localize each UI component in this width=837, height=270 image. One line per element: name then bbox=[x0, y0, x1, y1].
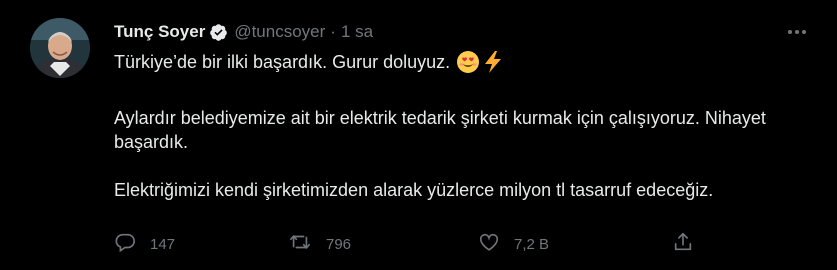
author-handle[interactable]: @tuncsoyer bbox=[234, 22, 325, 42]
avatar[interactable] bbox=[30, 18, 90, 78]
share-icon bbox=[672, 231, 694, 258]
separator-dot: · bbox=[330, 22, 336, 41]
reply-icon bbox=[114, 231, 136, 258]
like-button[interactable]: 7,2 B bbox=[478, 230, 549, 258]
tweet-card[interactable]: Tunç Soyer @tuncsoyer · 1 sa Türkiye’de … bbox=[0, 0, 837, 270]
like-count: 7,2 B bbox=[514, 235, 550, 253]
timestamp[interactable]: 1 sa bbox=[341, 22, 373, 42]
author-name[interactable]: Tunç Soyer bbox=[114, 22, 205, 42]
tweet-header: Tunç Soyer @tuncsoyer · 1 sa bbox=[114, 21, 373, 43]
tweet-paragraph-2: Aylardır belediyemize ait bir elektrik t… bbox=[114, 108, 766, 152]
tweet-text: Türkiye’de bir ilki başardık. Gurur dolu… bbox=[114, 50, 814, 202]
tweet-line-1: Türkiye’de bir ilki başardık. Gurur dolu… bbox=[114, 50, 814, 74]
high-voltage-emoji-icon bbox=[482, 50, 504, 74]
retweet-icon bbox=[288, 231, 312, 258]
tweet-paragraph-3: Elektriğimizi kendi şirketimizden alarak… bbox=[114, 180, 714, 200]
more-options-icon[interactable] bbox=[785, 22, 809, 42]
reply-count: 147 bbox=[150, 235, 176, 253]
heart-eyes-emoji-icon bbox=[456, 50, 480, 74]
tweet-actions: 147 796 7,2 B bbox=[114, 230, 714, 258]
like-icon bbox=[478, 231, 500, 258]
tweet-line-1-text: Türkiye’de bir ilki başardık. Gurur dolu… bbox=[114, 52, 451, 72]
share-button[interactable] bbox=[672, 230, 694, 258]
retweet-count: 796 bbox=[326, 235, 352, 253]
avatar-image bbox=[30, 18, 90, 78]
retweet-button[interactable]: 796 bbox=[288, 230, 351, 258]
verified-badge-icon bbox=[209, 23, 228, 42]
reply-button[interactable]: 147 bbox=[114, 230, 175, 258]
